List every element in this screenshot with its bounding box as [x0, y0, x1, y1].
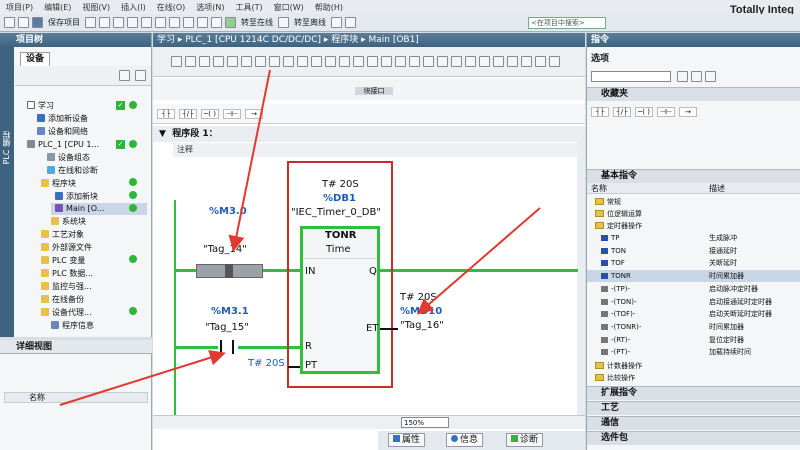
timer-instruction-row[interactable]: -(RT)- 复位定时器 — [587, 334, 800, 346]
instruction-name: TOF — [611, 259, 625, 268]
timer-box-icon — [601, 273, 608, 280]
timer-coil-icon — [601, 349, 608, 356]
timer-coil-icon — [601, 285, 608, 292]
timer-instruction-row[interactable]: TONR 时间累加器 — [587, 270, 800, 283]
timer-instruction-row[interactable]: -(TONR)- 时间累加器 — [587, 321, 800, 333]
lad-element-icon[interactable]: ⊣⊢ — [657, 107, 675, 117]
favorites-section[interactable]: 收藏夹 — [587, 87, 800, 101]
red-arrow-1 — [228, 69, 271, 252]
folder-timers[interactable]: 定时器操作 — [587, 220, 800, 232]
folder-compare[interactable]: 比较操作 — [587, 372, 800, 384]
lad-element-icon[interactable]: ┤/├ — [613, 107, 631, 117]
instructions-panel: 指令 选项 收藏夹 ┤├ ┤/├ ─( ) ⊣⊢ → 基本指令 名称 描述 常规 位逻辑… — [586, 33, 800, 450]
lad-element-icon[interactable]: ─( ) — [635, 107, 653, 117]
timer-coil-icon — [601, 298, 608, 305]
folder-open-icon — [595, 222, 604, 229]
col-desc: 描述 — [709, 184, 725, 193]
timer-instruction-row[interactable]: TOF 关断延时 — [587, 257, 800, 269]
find-next-icon[interactable] — [677, 71, 688, 82]
communication-section[interactable]: 通信 — [587, 416, 800, 430]
instruction-name: TONR — [611, 272, 631, 281]
optional-packages-section[interactable]: 选件包 — [587, 431, 800, 445]
timer-instruction-row[interactable]: TON 接通延时 — [587, 245, 800, 257]
instruction-description: 启动脉冲定时器 — [709, 284, 758, 293]
instruction-description: 启动接通延时定时器 — [709, 297, 772, 306]
instruction-description: 接通延时 — [709, 246, 737, 255]
instruction-name: -(RT)- — [611, 335, 631, 344]
instructions-title: 指令 — [587, 33, 800, 47]
instruction-name: -(TP)- — [611, 284, 631, 293]
instruction-description: 启动关断延时定时器 — [709, 310, 772, 319]
instruction-name: -(TON)- — [611, 297, 637, 306]
timer-box-icon — [601, 247, 608, 254]
timer-instruction-row[interactable]: -(PT)- 加载持续时间 — [587, 346, 800, 358]
folder-icon — [595, 210, 604, 217]
timer-instruction-row[interactable]: -(TP)- 启动脉冲定时器 — [587, 283, 800, 295]
instruction-name: TON — [611, 246, 627, 255]
folder-icon — [595, 362, 604, 369]
options-label: 选项 — [591, 54, 610, 64]
red-arrow-2 — [416, 207, 541, 315]
col-name: 名称 — [591, 184, 607, 193]
timer-coil-icon — [601, 311, 608, 318]
timer-instruction-row[interactable]: -(TOF)- 启动关断延时定时器 — [587, 308, 800, 320]
favorites-icons: ┤├ ┤/├ ─( ) ⊣⊢ → — [591, 107, 697, 117]
timer-coil-icon — [601, 336, 608, 343]
timer-box-icon — [601, 235, 608, 241]
instruction-search-input[interactable] — [591, 71, 671, 82]
lad-element-icon[interactable]: → — [679, 107, 697, 117]
instruction-settings-icon[interactable] — [705, 71, 716, 82]
timer-box-icon — [601, 260, 608, 267]
instruction-description: 关断延时 — [709, 259, 737, 268]
find-prev-icon[interactable] — [691, 71, 702, 82]
lad-element-icon[interactable]: ┤├ — [591, 107, 609, 117]
timer-instruction-row[interactable]: TP 生成脉冲 — [587, 232, 800, 244]
basic-instructions-section[interactable]: 基本指令 — [587, 169, 800, 183]
instruction-name: -(PT)- — [611, 348, 631, 357]
instruction-name: -(TONR)- — [611, 322, 642, 331]
timer-coil-icon — [601, 323, 608, 330]
folder-general[interactable]: 常规 — [587, 196, 800, 208]
extended-instructions-section[interactable]: 扩展指令 — [587, 386, 800, 400]
instruction-list-header: 名称 描述 — [587, 183, 800, 194]
instruction-description: 时间累加器 — [709, 322, 744, 331]
instruction-description: 时间累加器 — [709, 272, 744, 281]
red-arrow-3 — [59, 349, 226, 406]
instruction-description: 生成脉冲 — [709, 234, 737, 242]
instruction-description: 加载持续时间 — [709, 348, 751, 357]
folder-counters[interactable]: 计数器操作 — [587, 360, 800, 372]
instruction-name: -(TOF)- — [611, 310, 636, 319]
technology-section[interactable]: 工艺 — [587, 401, 800, 415]
folder-icon — [595, 198, 604, 205]
timer-instruction-row[interactable]: -(TON)- 启动接通延时定时器 — [587, 296, 800, 308]
instruction-search-tools — [677, 71, 716, 82]
folder-icon — [595, 374, 604, 381]
instruction-name: TP — [611, 234, 620, 242]
folder-bit-logic[interactable]: 位逻辑运算 — [587, 208, 800, 220]
instruction-description: 复位定时器 — [709, 335, 744, 344]
